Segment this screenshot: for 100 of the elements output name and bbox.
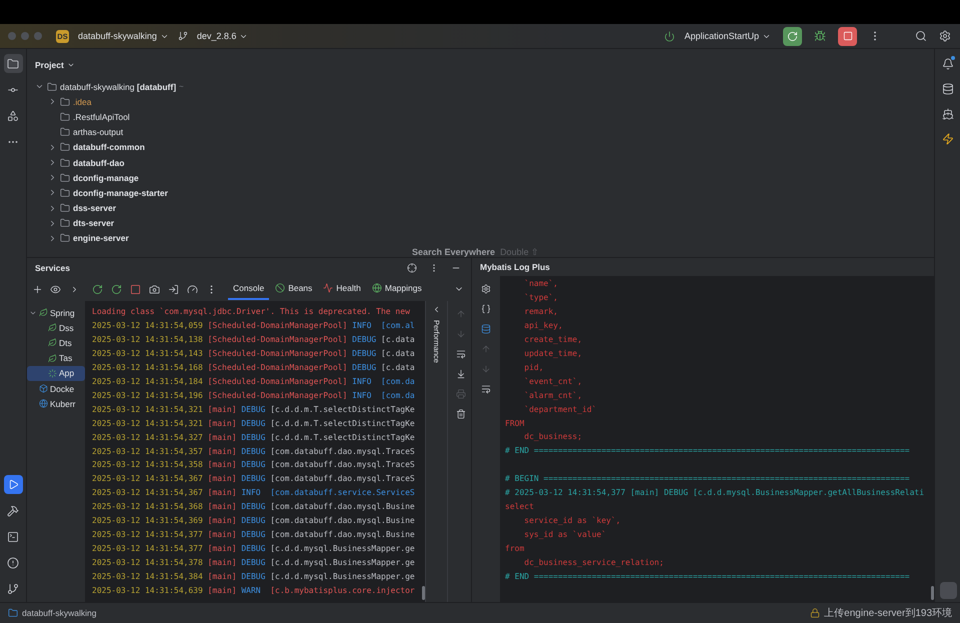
stop-icon	[842, 31, 852, 41]
service-item[interactable]: App	[27, 366, 85, 381]
chevron-right-icon[interactable]	[48, 97, 57, 106]
search-icon	[915, 30, 927, 42]
module-folder-icon	[60, 218, 70, 228]
spinner-icon	[48, 368, 57, 378]
ban-icon	[275, 283, 286, 293]
folder-icon	[60, 127, 70, 138]
panel-title[interactable]: Project	[35, 60, 75, 70]
folder-icon	[60, 112, 70, 122]
service-item[interactable]: Tas	[27, 350, 85, 366]
log-line: Loading class `com.mysql.jdbc.Driver'. This is deprecated. The new	[92, 306, 410, 318]
module-folder-icon	[60, 233, 70, 244]
lightning-icon	[942, 133, 954, 145]
sql-line: pid,	[523, 362, 544, 374]
service-item[interactable]: Spring	[27, 305, 85, 320]
chevron-right-icon[interactable]	[48, 188, 57, 198]
bell-icon	[942, 58, 954, 70]
log-line: 2025-03-12 14:31:54,357 [main] DEBUG [com.databuff.dao.mysql.TraceS	[92, 446, 415, 458]
log-line: 2025-03-12 14:31:54,368 [main] DEBUG [com.databuff.dao.mysql.Busine	[92, 501, 415, 514]
search-hint: Search Everywhere	[412, 247, 496, 257]
tree-item[interactable]: databuff-dao	[73, 158, 124, 168]
tree-item[interactable]: dconfig-manage	[73, 172, 139, 183]
database-icon	[481, 324, 491, 334]
add-icon	[32, 284, 44, 294]
restart-icon	[110, 284, 122, 294]
log-line: 2025-03-12 14:31:54,378 [main] DEBUG [c.d.d.mysql.BusinessMapper.ge	[92, 557, 415, 570]
log-line: 2025-03-12 14:31:54,184 [Scheduled-DomainManagerPool] INFO [com.da	[92, 376, 415, 388]
scrollbar[interactable]	[931, 586, 934, 600]
tree-item[interactable]: databuff-common	[73, 142, 145, 152]
debug-icon	[814, 30, 826, 42]
panel-title: Services	[35, 262, 70, 272]
log-line: 2025-03-12 14:31:54,377 [main] DEBUG [c.d.d.mysql.BusinessMapper.ge	[92, 543, 415, 556]
sql-line: `type`,	[523, 292, 558, 304]
status-project[interactable]: databuff-skywalking	[22, 608, 96, 618]
chevron-right-icon[interactable]	[48, 204, 57, 213]
leaf-icon	[48, 323, 57, 332]
project-selector[interactable]: databuff-skywalking	[75, 29, 172, 43]
comment-line: # END ==============================================================================	[505, 571, 910, 583]
tree-item[interactable]: .RestfulApiTool	[73, 112, 130, 122]
comment-line: # BEGIN ============================================================================	[505, 473, 910, 486]
print-icon	[456, 389, 466, 399]
services-tool-button[interactable]	[4, 475, 22, 494]
chevron-right-icon[interactable]	[48, 158, 57, 168]
chevron-left-icon[interactable]	[432, 305, 441, 314]
tree-item[interactable]: arthas-output	[73, 127, 124, 138]
scrollbar[interactable]	[422, 586, 425, 600]
eye-icon	[50, 284, 62, 294]
braces-icon	[481, 304, 491, 314]
gauge-icon	[186, 284, 198, 294]
chevron-right-icon[interactable]	[48, 218, 57, 228]
leaf-icon	[48, 354, 57, 363]
settings-icon	[481, 284, 491, 294]
stop-button[interactable]	[838, 26, 857, 46]
log-line: 2025-03-12 14:31:54,377 [main] DEBUG [com.databuff.dao.mysql.Busine	[92, 529, 415, 542]
up-icon	[456, 309, 466, 319]
chevron-right-icon[interactable]	[48, 234, 57, 243]
service-item[interactable]: Dts	[27, 335, 85, 351]
tree-item[interactable]: databuff-skywalking [databuff]	[60, 82, 176, 92]
log-line: 2025-03-12 14:31:54,369 [main] DEBUG [com.databuff.dao.mysql.Busine	[92, 515, 415, 528]
branch-selector[interactable]: dev_2.8.6	[194, 29, 252, 43]
database-icon	[942, 83, 954, 95]
tree-item[interactable]: .idea	[73, 96, 92, 107]
tree-item[interactable]: dts-server	[73, 218, 114, 228]
service-item[interactable]: Docke	[27, 380, 85, 396]
sql-line: dc_business;	[523, 431, 582, 444]
project-tool-button[interactable]	[4, 54, 22, 73]
sql-line: `department_id`	[523, 404, 597, 416]
service-item[interactable]: Kuberr	[27, 396, 85, 412]
terminal-icon	[7, 530, 19, 542]
scroll-to-end-icon	[456, 369, 466, 379]
sql-line: api_key,	[523, 320, 563, 332]
sql-line: update_time,	[523, 348, 582, 360]
folder-icon	[8, 608, 18, 618]
module-folder-icon	[60, 203, 70, 214]
up-icon	[481, 344, 491, 354]
camera-icon	[148, 284, 160, 294]
sql-line: dc_business_service_relation;	[523, 557, 664, 570]
tree-item[interactable]: engine-server	[73, 233, 129, 244]
log-line: 2025-03-12 14:31:54,327 [main] DEBUG [c.d.d.m.T.selectDistinctTagKe	[92, 432, 415, 444]
log-line: 2025-03-12 14:31:54,196 [Scheduled-DomainManagerPool] INFO [com.da	[92, 390, 415, 402]
chevron-right-icon[interactable]	[48, 142, 57, 152]
log-line: 2025-03-12 14:31:54,138 [Scheduled-DomainManagerPool] DEBUG [c.data	[92, 334, 415, 346]
tab[interactable]: Mappings	[366, 278, 427, 300]
shapes-icon	[7, 110, 19, 122]
tree-item[interactable]: dss-server	[73, 203, 116, 214]
panel-title: Mybatis Log Plus	[480, 262, 550, 272]
tree-item[interactable]: dconfig-manage-starter	[73, 188, 168, 198]
tab[interactable]: Health	[318, 278, 366, 300]
run-config-selector[interactable]: ApplicationStartUp	[681, 29, 774, 43]
service-item[interactable]: Dss	[27, 320, 85, 336]
chevron-right-icon[interactable]	[48, 173, 57, 182]
down-icon	[456, 329, 466, 339]
sql-line: FROM	[505, 418, 524, 430]
status-task: 上传engine-server到193环境	[824, 606, 952, 620]
rerun-button[interactable]	[783, 26, 802, 46]
log-line: 2025-03-12 14:31:54,358 [main] DEBUG [com.databuff.dao.mysql.TraceS	[92, 459, 415, 472]
tab[interactable]: Beans	[270, 278, 318, 300]
sql-line: `alarm_cnt`,	[523, 390, 582, 402]
sql-line: `name`,	[523, 278, 558, 290]
